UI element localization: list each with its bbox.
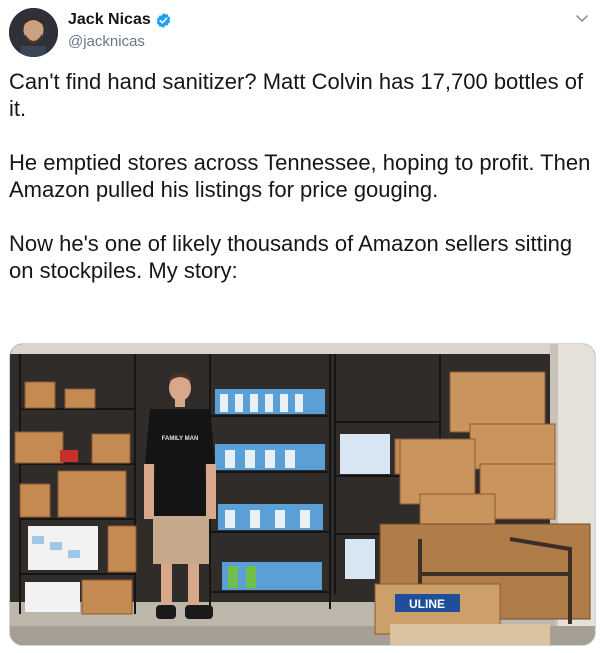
- tweet-photo[interactable]: ULINE FAMILY MAN: [9, 343, 596, 646]
- garage-stockpile-photo: ULINE FAMILY MAN: [10, 344, 595, 645]
- avatar[interactable]: [9, 8, 58, 57]
- box-label: ULINE: [409, 597, 445, 611]
- author-handle[interactable]: @jacknicas: [68, 33, 145, 50]
- tweet-paragraph: Can't find hand sanitizer? Matt Colvin h…: [9, 69, 584, 121]
- tweet-text: Can't find hand sanitizer? Matt Colvin h…: [9, 68, 594, 311]
- tweet-paragraph: Now he's one of likely thousands of Amaz…: [9, 231, 573, 283]
- verified-badge-icon: [156, 12, 170, 28]
- avatar-photo: [9, 8, 58, 57]
- chevron-down-icon[interactable]: [574, 10, 590, 26]
- author-name-row[interactable]: Jack Nicas: [68, 11, 172, 29]
- shirt-text: FAMILY MAN: [162, 436, 199, 442]
- tweet-paragraph: He emptied stores across Tennessee, hopi…: [9, 150, 591, 202]
- author-name[interactable]: Jack Nicas: [68, 11, 151, 29]
